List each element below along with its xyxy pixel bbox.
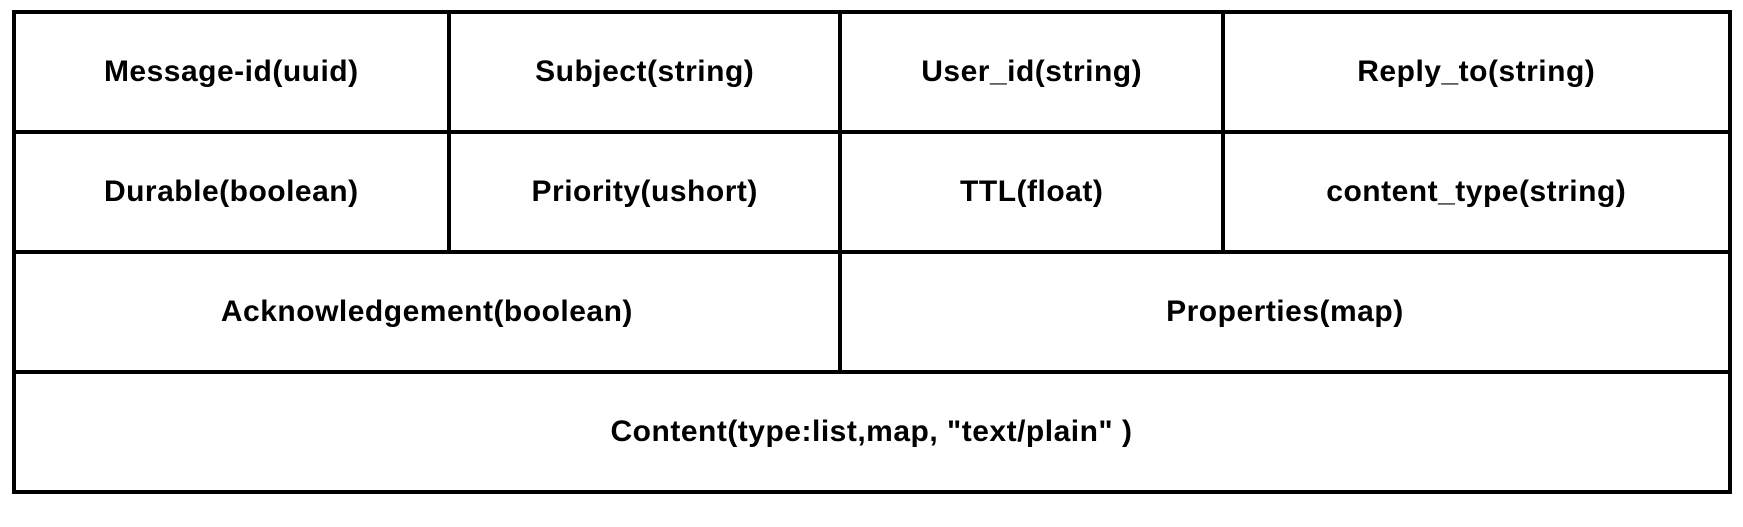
table-row: Durable(boolean) Priority(ushort) TTL(fl…: [14, 132, 1730, 252]
field-reply-to: Reply_to(string): [1223, 12, 1729, 132]
field-properties: Properties(map): [840, 252, 1729, 372]
field-ttl: TTL(float): [840, 132, 1223, 252]
table-row: Message-id(uuid) Subject(string) User_id…: [14, 12, 1730, 132]
field-acknowledgement: Acknowledgement(boolean): [14, 252, 841, 372]
field-content: Content(type:list,map, "text/plain" ): [14, 372, 1730, 492]
table-row: Acknowledgement(boolean) Properties(map): [14, 252, 1730, 372]
field-message-id: Message-id(uuid): [14, 12, 450, 132]
field-user-id: User_id(string): [840, 12, 1223, 132]
message-structure-table: Message-id(uuid) Subject(string) User_id…: [12, 10, 1732, 494]
field-subject: Subject(string): [449, 12, 840, 132]
table-row: Content(type:list,map, "text/plain" ): [14, 372, 1730, 492]
field-priority: Priority(ushort): [449, 132, 840, 252]
field-durable: Durable(boolean): [14, 132, 450, 252]
field-content-type: content_type(string): [1223, 132, 1729, 252]
